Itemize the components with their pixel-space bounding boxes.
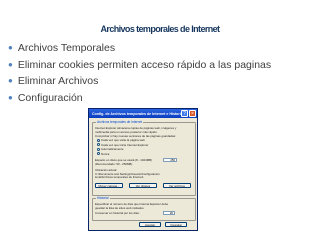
bullet-icon: ● — [8, 92, 13, 102]
bullet-item: ● Eliminar cookies permiten acceso rápido… — [8, 57, 271, 74]
bullet-list: ● Archivos Temporales ● Eliminar cookies p… — [8, 40, 271, 106]
bullet-text: Archivos Temporales — [17, 42, 116, 54]
bullet-icon: ● — [8, 59, 13, 69]
temp-files-group-label: Archivos temporales de Internet — [96, 120, 144, 124]
bullet-item: ● Configuración — [8, 90, 271, 107]
option-never[interactable]: Nunca — [97, 152, 109, 156]
settings-dialog: Config. de Archivos temporales de Intern… — [88, 108, 198, 231]
ok-button[interactable]: Aceptar — [139, 222, 161, 227]
temp-files-group: Archivos temporales de Internet Internet… — [92, 120, 196, 196]
bullet-icon: ● — [8, 43, 13, 52]
move-folder-button[interactable]: Mover carpeta... — [95, 183, 123, 188]
dialog-title: Config. de Archivos temporales de Intern… — [92, 111, 184, 116]
dialog-titlebar[interactable]: Config. de Archivos temporales de Intern… — [89, 109, 197, 118]
slide-title: Archivos temporales de Internet — [100, 24, 221, 34]
option-automatic[interactable]: Automáticamente — [97, 147, 124, 151]
history-days-label: Conservar en historial por los días: — [95, 211, 140, 215]
bullet-text: Eliminar cookies permiten acceso rápido … — [17, 58, 272, 71]
bullet-item: ● Eliminar Archivos — [8, 73, 271, 90]
option-every-visit[interactable]: Cada vez que visite la página web — [97, 138, 145, 142]
history-days-stepper[interactable]: 20 — [163, 210, 175, 215]
radio-selected-icon — [97, 147, 100, 151]
bullet-icon: ● — [8, 76, 13, 85]
close-icon[interactable]: × — [189, 110, 196, 117]
cancel-button[interactable]: Cancelar — [165, 222, 187, 227]
history-text: guardar la lista de sitios web visitados… — [95, 205, 145, 210]
bullet-text: Configuración — [17, 91, 83, 104]
disk-space-stepper[interactable]: 250 — [163, 158, 177, 162]
radio-icon — [97, 138, 100, 142]
radio-icon — [97, 152, 100, 156]
window-controls: ? × — [181, 110, 196, 117]
radio-icon — [97, 143, 100, 147]
view-objects-button[interactable]: Ver objetos — [129, 183, 157, 188]
intro-text: multimedia para un acceso posterior más … — [95, 129, 158, 134]
history-group-label: Historial — [96, 196, 110, 200]
disk-space-recommended: (Recomendado: 50 - 250MB) — [95, 161, 133, 166]
view-files-button[interactable]: Ver archivos — [163, 183, 191, 188]
history-group: Historial Especificar el número de días … — [92, 196, 196, 221]
bullet-item: ● Archivos Temporales — [8, 40, 271, 57]
help-icon[interactable]: ? — [181, 110, 188, 117]
bullet-text: Eliminar Archivos — [17, 75, 99, 87]
location-path: local\Archivos temporales de Internet\ — [95, 175, 144, 179]
option-every-start[interactable]: Cada vez que inicie Internet Explorer — [97, 143, 148, 147]
